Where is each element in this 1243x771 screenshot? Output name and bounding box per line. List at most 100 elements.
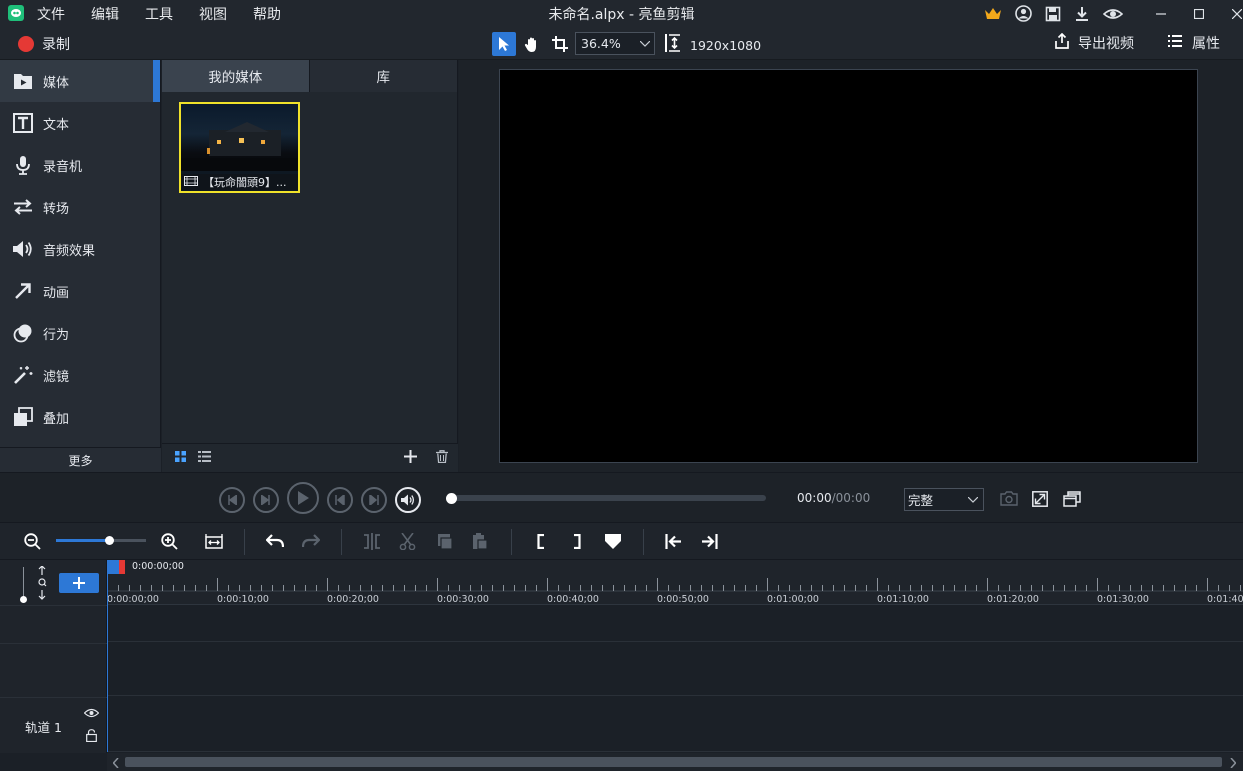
step-forward-button[interactable]	[253, 486, 279, 513]
more-button[interactable]: 更多	[0, 447, 161, 472]
add-track-button[interactable]	[59, 573, 99, 593]
delete-icon[interactable]	[436, 449, 448, 467]
zoom-in-icon[interactable]	[161, 533, 178, 554]
sidebar-item-recorder[interactable]: 录音机	[0, 144, 160, 186]
media-clip[interactable]: 【玩命闇頭9】...	[179, 102, 300, 193]
media-icon	[12, 70, 34, 92]
redo-icon[interactable]	[301, 534, 321, 552]
sidebar-item-media[interactable]: 媒体	[0, 60, 160, 102]
playback-progress-handle[interactable]	[446, 493, 457, 504]
overlay-icon	[12, 406, 34, 428]
sidebar-label-recorder: 录音机	[43, 159, 83, 175]
ruler-label: 0:00:30;00	[437, 594, 489, 605]
playhead-out-marker[interactable]	[119, 560, 125, 574]
track-zoom-icon[interactable]	[37, 565, 47, 604]
tab-my-media[interactable]: 我的媒体	[162, 60, 309, 92]
horizontal-scrollbar[interactable]	[107, 753, 1243, 771]
account-icon[interactable]	[1015, 5, 1032, 26]
step-back-button[interactable]	[219, 486, 245, 513]
scroll-right-icon[interactable]	[1230, 757, 1237, 771]
playback-progress-track[interactable]	[451, 495, 766, 501]
sidebar-item-animations[interactable]: 动画	[0, 270, 160, 312]
split-icon[interactable]	[363, 533, 381, 554]
copy-icon[interactable]	[437, 533, 453, 554]
go-to-start-icon[interactable]	[665, 533, 682, 554]
paste-icon[interactable]	[472, 533, 488, 554]
grid-view-icon[interactable]	[175, 450, 186, 466]
playhead-handle[interactable]	[108, 560, 119, 574]
save-icon[interactable]	[1045, 6, 1061, 26]
export-icon	[1054, 32, 1070, 53]
sidebar-item-text[interactable]: 文本	[0, 102, 160, 144]
resolution-label: 1920x1080	[690, 37, 762, 53]
pan-tool-button[interactable]	[520, 32, 544, 56]
go-to-end-icon[interactable]	[701, 533, 718, 554]
canvas-tools	[492, 32, 572, 56]
detach-preview-icon[interactable]	[1063, 491, 1081, 511]
sidebar-item-transitions[interactable]: 转场	[0, 186, 160, 228]
add-media-icon[interactable]	[404, 449, 417, 467]
timeline-track-row[interactable]	[107, 605, 1243, 642]
timeline-zoom-handle[interactable]	[105, 536, 114, 545]
timeline-ruler[interactable]: 0:00:00;00 0:00:10;00 0:00:20;00 0:00:30…	[107, 560, 1243, 605]
scroll-left-icon[interactable]	[112, 757, 119, 771]
list-icon	[1168, 35, 1182, 51]
fit-timeline-icon[interactable]	[205, 534, 223, 553]
zoom-out-icon[interactable]	[24, 533, 41, 554]
volume-button[interactable]	[395, 486, 421, 513]
timeline-track-row[interactable]	[107, 643, 1243, 696]
maximize-button[interactable]	[1180, 0, 1218, 28]
sidebar-item-audio-effects[interactable]: 音频效果	[0, 228, 160, 270]
ruler-label: 0:01:00;00	[767, 594, 819, 605]
scrollbar-thumb[interactable]	[125, 757, 1222, 767]
quality-select[interactable]: 完整	[904, 488, 984, 511]
arrow-icon	[12, 280, 34, 302]
crop-tool-button[interactable]	[548, 32, 572, 56]
sidebar-label-overlay: 叠加	[43, 411, 70, 427]
eye-icon[interactable]	[83, 707, 100, 722]
mark-out-icon[interactable]	[573, 533, 581, 553]
timeline-track-row[interactable]	[107, 697, 1243, 752]
track-height-handle[interactable]	[20, 596, 27, 603]
skip-forward-icon	[369, 494, 379, 505]
play-button[interactable]	[287, 482, 319, 514]
zoom-select[interactable]: 36.4%	[575, 32, 655, 55]
minimize-button[interactable]	[1142, 0, 1180, 28]
next-marker-button[interactable]	[361, 486, 387, 513]
clip-caption: 【玩命闇頭9】...	[181, 174, 298, 190]
record-button[interactable]: 录制	[18, 34, 70, 54]
previous-marker-button[interactable]	[327, 486, 353, 513]
media-tabs: 我的媒体 库	[162, 60, 457, 92]
properties-button[interactable]: 属性	[1168, 33, 1220, 53]
sidebar-item-overlay[interactable]: 叠加	[0, 396, 160, 438]
zoom-value: 36.4%	[581, 36, 621, 51]
crown-icon[interactable]	[984, 6, 1002, 26]
marker-icon[interactable]	[604, 534, 622, 553]
ruler-label: 0:00:00;00	[107, 594, 159, 605]
step-back-icon	[228, 494, 237, 505]
undo-icon[interactable]	[265, 534, 285, 552]
close-button[interactable]	[1218, 0, 1243, 28]
timeline-toolbar	[0, 522, 1243, 560]
sidebar-label-filters: 滤镜	[43, 369, 70, 385]
select-tool-button[interactable]	[492, 32, 516, 56]
chevron-down-icon	[639, 36, 651, 51]
fullscreen-icon[interactable]	[1032, 491, 1048, 511]
list-view-icon[interactable]	[198, 450, 211, 466]
tab-library[interactable]: 库	[308, 60, 457, 92]
cut-icon[interactable]	[399, 532, 416, 554]
mark-in-icon[interactable]	[537, 533, 545, 553]
sidebar-item-filters[interactable]: 滤镜	[0, 354, 160, 396]
resolution-control[interactable]: 1920x1080	[664, 34, 761, 56]
download-icon[interactable]	[1074, 6, 1090, 26]
sidebar-item-behaviors[interactable]: 行为	[0, 312, 160, 354]
lock-icon[interactable]	[86, 729, 97, 746]
preview-canvas[interactable]	[499, 69, 1198, 463]
snapshot-icon[interactable]	[1000, 491, 1018, 510]
record-icon	[18, 36, 34, 52]
sidebar-label-behaviors: 行为	[43, 327, 70, 343]
crop-icon	[552, 36, 568, 52]
export-button[interactable]: 导出视频	[1054, 32, 1134, 53]
sidebar-label-audio-effects: 音频效果	[43, 243, 96, 259]
preview-eye-icon[interactable]	[1102, 6, 1124, 26]
